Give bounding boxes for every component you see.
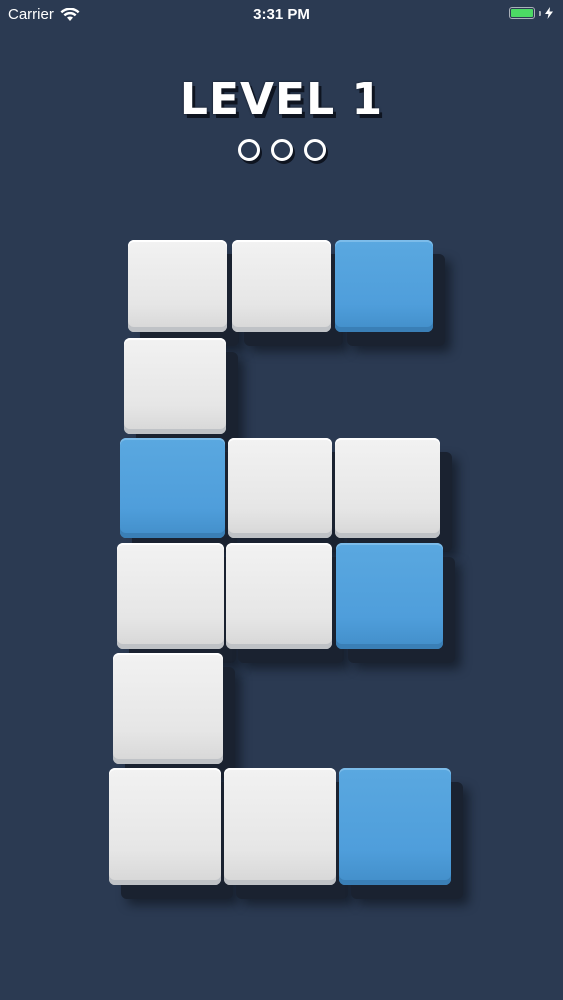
tile-white[interactable] xyxy=(335,438,440,538)
tile-white[interactable] xyxy=(232,240,331,332)
tile-white[interactable] xyxy=(226,543,332,649)
tile-white[interactable] xyxy=(124,338,226,434)
tile-white[interactable] xyxy=(117,543,224,649)
tile-white[interactable] xyxy=(128,240,227,332)
tile-white[interactable] xyxy=(113,653,223,764)
tile-white[interactable] xyxy=(109,768,221,885)
tile-blue[interactable] xyxy=(339,768,451,885)
tile-blue[interactable] xyxy=(335,240,433,332)
tile-white[interactable] xyxy=(224,768,336,885)
tile-blue[interactable] xyxy=(336,543,443,649)
tile-blue[interactable] xyxy=(120,438,225,538)
game-board xyxy=(0,0,563,1000)
tile-white[interactable] xyxy=(228,438,332,538)
